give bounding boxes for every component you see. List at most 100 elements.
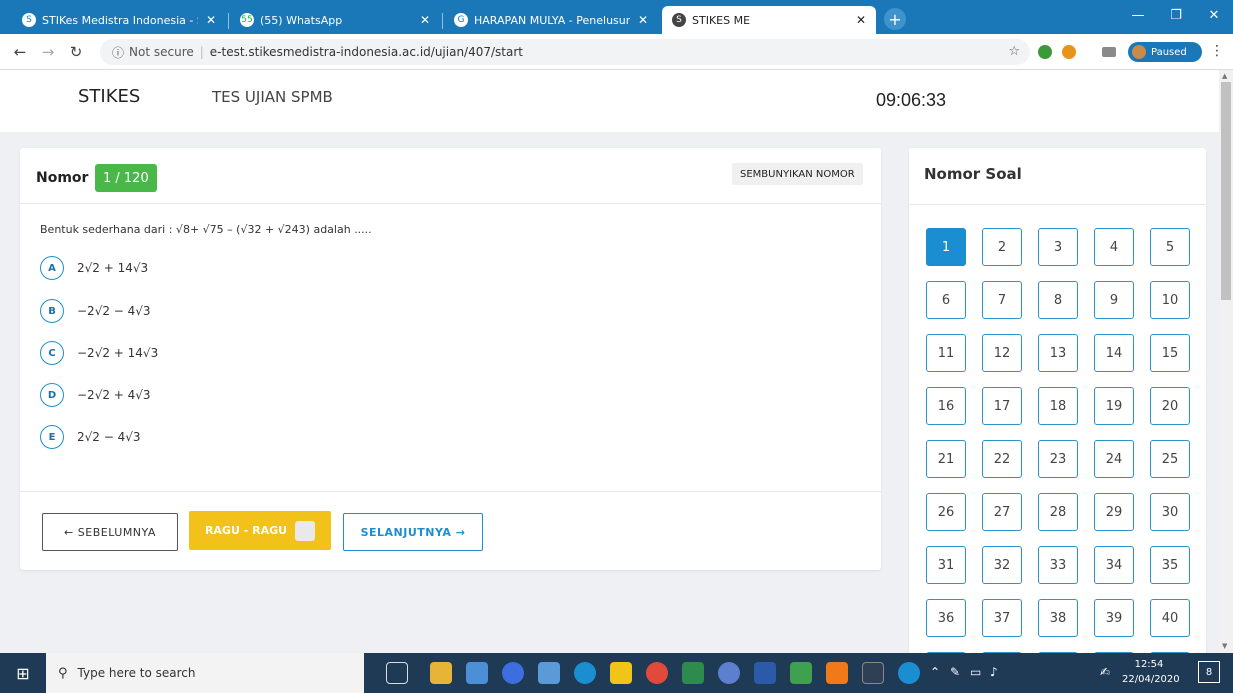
paint-icon[interactable] xyxy=(538,662,560,684)
ragu-checkbox[interactable] xyxy=(295,520,316,541)
question-number-3[interactable]: 3 xyxy=(1038,228,1078,266)
question-number-6[interactable]: 6 xyxy=(926,281,966,319)
question-number-36[interactable]: 36 xyxy=(926,599,966,637)
app-icon[interactable] xyxy=(502,662,524,684)
edge-browser-icon[interactable] xyxy=(574,662,596,684)
scroll-down-icon[interactable]: ▼ xyxy=(1222,642,1227,650)
question-number-25[interactable]: 25 xyxy=(1150,440,1190,478)
previous-button[interactable]: ← SEBELUMNYA xyxy=(42,513,178,551)
question-number-9[interactable]: 9 xyxy=(1094,281,1134,319)
question-number-26[interactable]: 26 xyxy=(926,493,966,531)
option-c[interactable]: C −2√2 + 14√3 xyxy=(40,340,158,366)
back-arrow-icon[interactable]: ← xyxy=(10,42,30,62)
bookmark-star-icon[interactable]: ☆ xyxy=(1008,44,1020,59)
question-number-2[interactable]: 2 xyxy=(982,228,1022,266)
question-number-37[interactable]: 37 xyxy=(982,599,1022,637)
option-e[interactable]: E 2√2 − 4√3 xyxy=(40,424,141,450)
question-number-31[interactable]: 31 xyxy=(926,546,966,584)
question-number-19[interactable]: 19 xyxy=(1094,387,1134,425)
pen-icon[interactable]: ✎ xyxy=(950,665,960,679)
option-letter[interactable]: C xyxy=(40,341,64,365)
option-letter[interactable]: B xyxy=(40,299,64,323)
url-field[interactable]: ⓘ Not secure | e-test.stikesmedistra-ind… xyxy=(100,39,1030,65)
tab-stikes-me[interactable]: S STIKES ME ✕ xyxy=(662,6,876,34)
question-number-39[interactable]: 39 xyxy=(1094,599,1134,637)
app-icon[interactable] xyxy=(790,662,812,684)
taskbar-search-box[interactable]: ⚲ Type here to search xyxy=(46,653,364,693)
site-brand[interactable]: STIKES xyxy=(78,86,140,107)
option-letter[interactable]: A xyxy=(40,256,64,280)
question-number-11[interactable]: 11 xyxy=(926,334,966,372)
reload-icon[interactable]: ↻ xyxy=(66,42,86,62)
info-icon[interactable]: ⓘ xyxy=(112,44,124,61)
question-number-14[interactable]: 14 xyxy=(1094,334,1134,372)
question-number-17[interactable]: 17 xyxy=(982,387,1022,425)
taskbar-clock[interactable]: 12:54 22/04/2020 xyxy=(1122,657,1180,687)
question-number-20[interactable]: 20 xyxy=(1150,387,1190,425)
question-number-16[interactable]: 16 xyxy=(926,387,966,425)
ragu-ragu-button[interactable]: RAGU - RAGU xyxy=(189,511,331,550)
option-b[interactable]: B −2√2 − 4√3 xyxy=(40,298,151,324)
question-number-13[interactable]: 13 xyxy=(1038,334,1078,372)
close-icon[interactable]: ✕ xyxy=(206,13,216,27)
question-number-27[interactable]: 27 xyxy=(982,493,1022,531)
question-number-7[interactable]: 7 xyxy=(982,281,1022,319)
extension-icon[interactable] xyxy=(1038,45,1052,59)
close-icon[interactable]: ✕ xyxy=(856,13,866,27)
tab-whatsapp[interactable]: 55 (55) WhatsApp ✕ xyxy=(230,6,440,34)
question-number-32[interactable]: 32 xyxy=(982,546,1022,584)
page-scrollbar[interactable]: ▲ ▼ xyxy=(1219,70,1233,653)
chrome-icon[interactable] xyxy=(646,662,668,684)
question-number-28[interactable]: 28 xyxy=(1038,493,1078,531)
question-number-24[interactable]: 24 xyxy=(1094,440,1134,478)
close-window-icon[interactable]: ✕ xyxy=(1195,0,1233,30)
option-d[interactable]: D −2√2 + 4√3 xyxy=(40,382,151,408)
tab-stikes-sim[interactable]: S STIKes Medistra Indonesia - SIM ✕ xyxy=(12,6,226,34)
question-number-4[interactable]: 4 xyxy=(1094,228,1134,266)
question-number-40[interactable]: 40 xyxy=(1150,599,1190,637)
next-button[interactable]: SELANJUTNYA → xyxy=(343,513,483,551)
question-number-8[interactable]: 8 xyxy=(1038,281,1078,319)
option-letter[interactable]: E xyxy=(40,425,64,449)
question-number-30[interactable]: 30 xyxy=(1150,493,1190,531)
volume-icon[interactable]: ♪ xyxy=(990,665,998,679)
question-number-23[interactable]: 23 xyxy=(1038,440,1078,478)
option-a[interactable]: A 2√2 + 14√3 xyxy=(40,255,148,281)
profile-button[interactable]: Paused xyxy=(1128,42,1202,62)
network-app-icon[interactable] xyxy=(466,662,488,684)
question-number-21[interactable]: 21 xyxy=(926,440,966,478)
app-icon[interactable] xyxy=(718,662,740,684)
question-number-15[interactable]: 15 xyxy=(1150,334,1190,372)
minimize-icon[interactable]: — xyxy=(1119,0,1157,30)
word-icon[interactable] xyxy=(754,662,776,684)
forward-arrow-icon[interactable]: → xyxy=(38,42,58,62)
question-number-10[interactable]: 10 xyxy=(1150,281,1190,319)
question-number-38[interactable]: 38 xyxy=(1038,599,1078,637)
question-number-34[interactable]: 34 xyxy=(1094,546,1134,584)
pen-tray-icon[interactable]: ✍ xyxy=(1100,665,1110,679)
task-view-icon[interactable] xyxy=(386,662,408,684)
option-letter[interactable]: D xyxy=(40,383,64,407)
scroll-thumb[interactable] xyxy=(1221,82,1231,300)
close-icon[interactable]: ✕ xyxy=(638,13,648,27)
notification-icon[interactable]: 8 xyxy=(1198,661,1220,683)
chevron-up-icon[interactable]: ⌃ xyxy=(930,665,940,679)
question-number-22[interactable]: 22 xyxy=(982,440,1022,478)
battery-icon[interactable]: ▭ xyxy=(970,665,981,679)
restore-icon[interactable]: ❐ xyxy=(1157,0,1195,30)
question-number-12[interactable]: 12 xyxy=(982,334,1022,372)
question-number-18[interactable]: 18 xyxy=(1038,387,1078,425)
scroll-up-icon[interactable]: ▲ xyxy=(1222,72,1227,80)
more-menu-icon[interactable]: ⋮ xyxy=(1210,43,1224,59)
app-icon[interactable] xyxy=(862,662,884,684)
sticky-notes-icon[interactable] xyxy=(610,662,632,684)
question-number-33[interactable]: 33 xyxy=(1038,546,1078,584)
close-icon[interactable]: ✕ xyxy=(420,13,430,27)
hide-numbers-button[interactable]: SEMBUNYIKAN NOMOR xyxy=(732,163,863,185)
excel-icon[interactable] xyxy=(682,662,704,684)
question-number-29[interactable]: 29 xyxy=(1094,493,1134,531)
question-number-5[interactable]: 5 xyxy=(1150,228,1190,266)
extension-icon[interactable] xyxy=(1062,45,1076,59)
file-explorer-icon[interactable] xyxy=(430,662,452,684)
reading-list-icon[interactable] xyxy=(1102,47,1116,57)
